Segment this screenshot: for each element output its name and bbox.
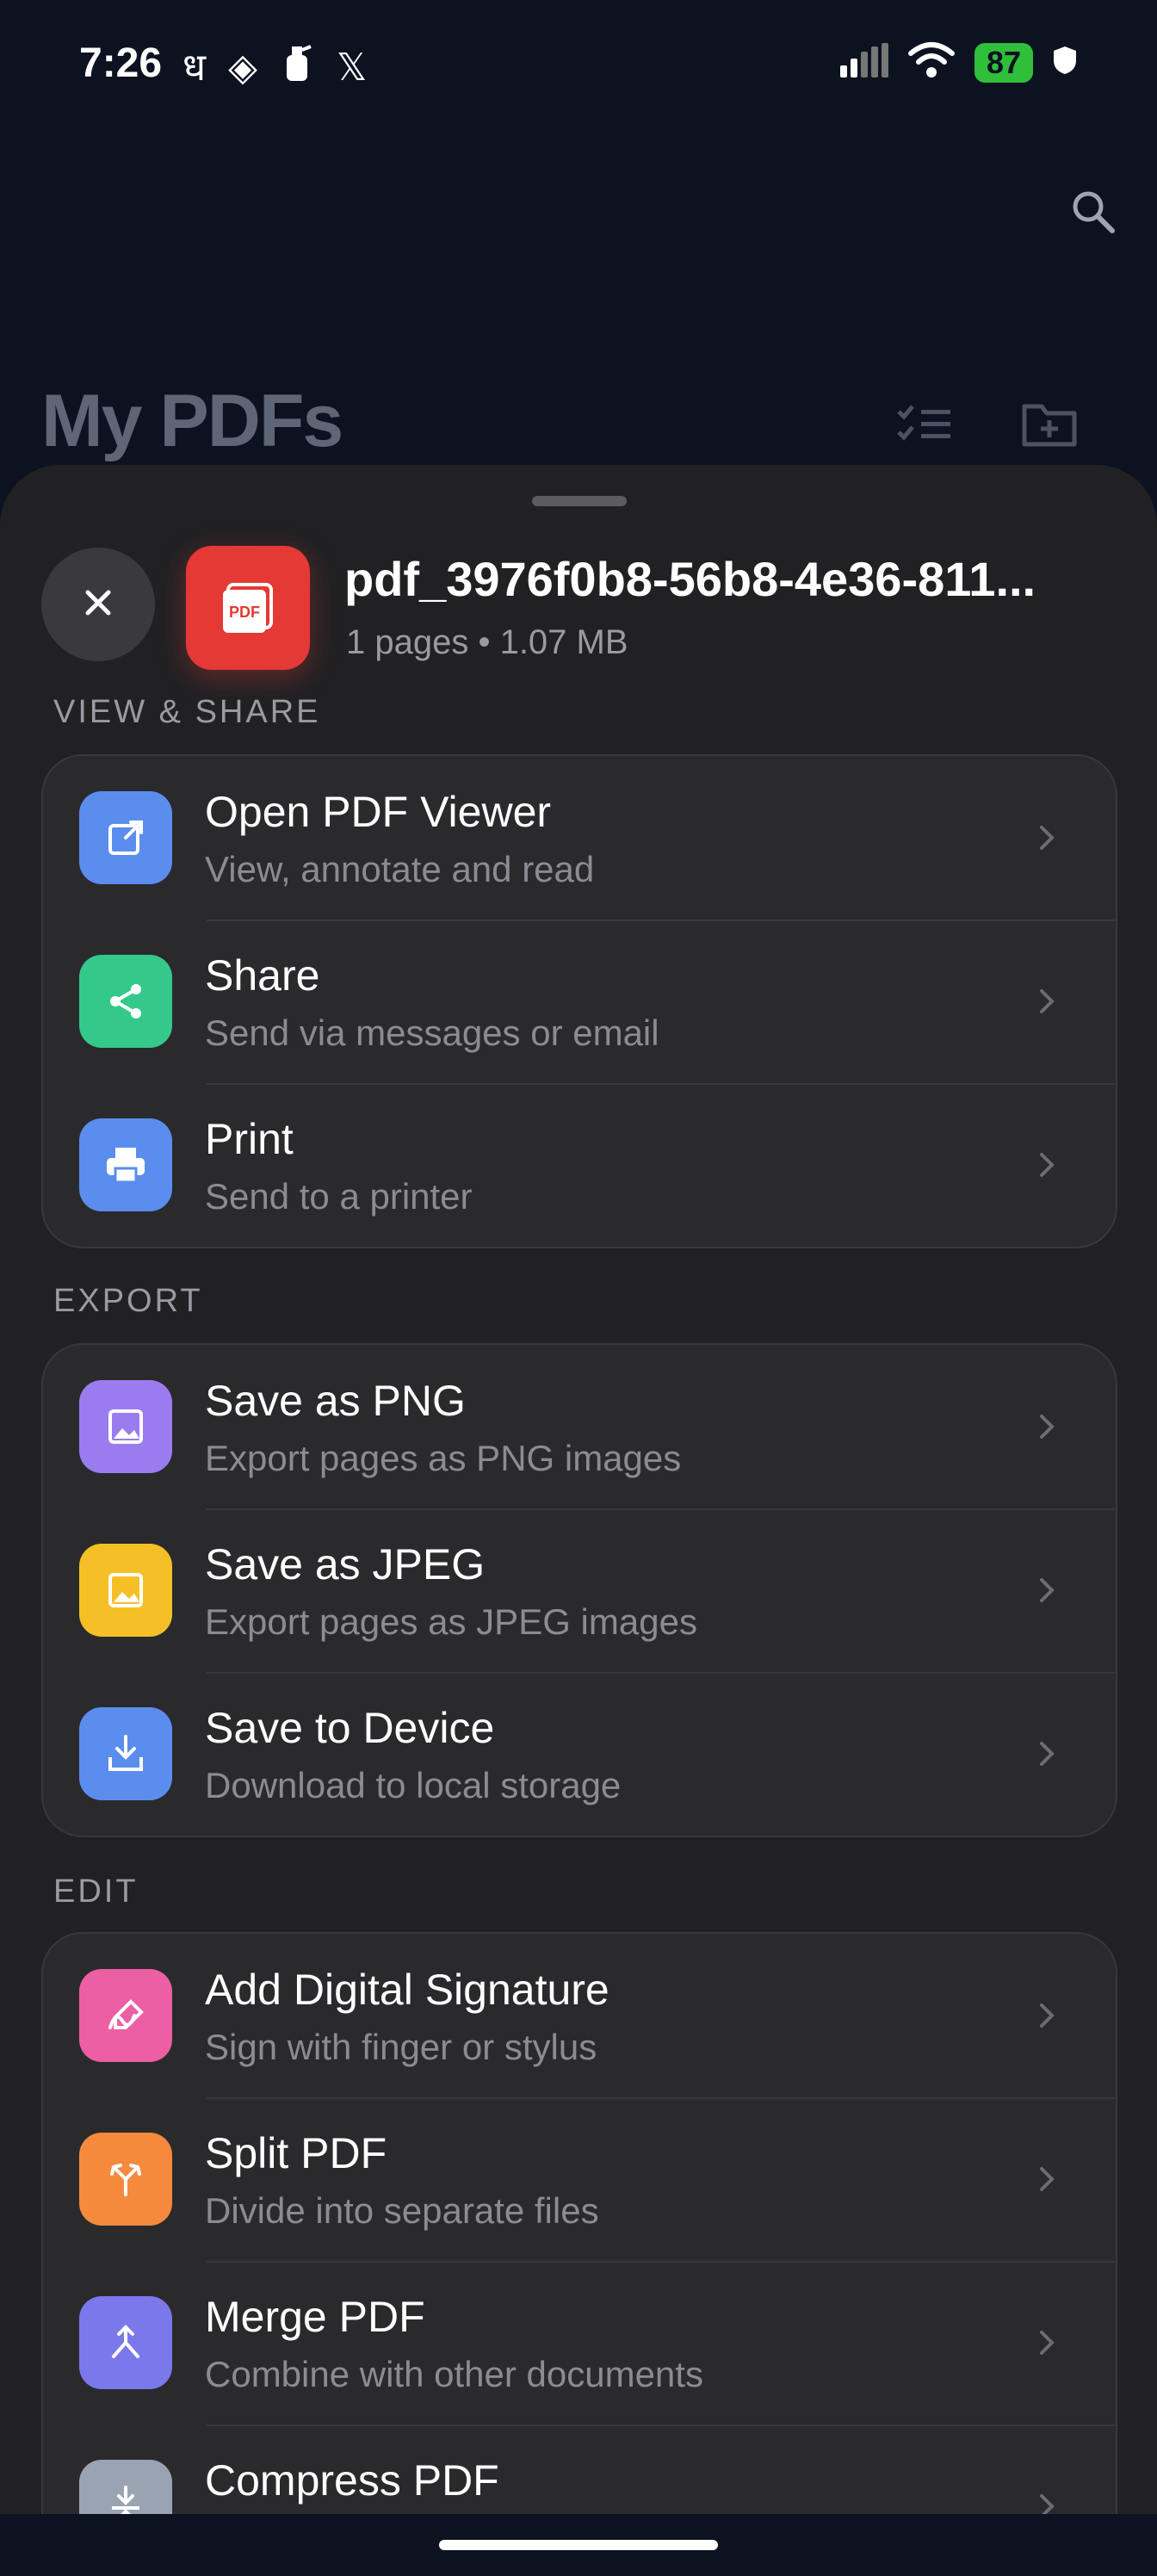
- item-subtitle: Export pages as JPEG images: [205, 1601, 697, 1642]
- item-subtitle: Send via messages or email: [205, 1012, 659, 1053]
- split-icon: [79, 2133, 172, 2226]
- chevron-right-icon: [1040, 2167, 1055, 2191]
- notification-icons: ध ◈ 𝕏: [183, 43, 367, 93]
- system-icons: 87: [839, 41, 1078, 84]
- signal-icon: [839, 43, 888, 82]
- item-subtitle: Divide into separate files: [205, 2190, 599, 2231]
- edit-card: Add Digital Signature Sign with finger o…: [41, 1932, 1117, 2514]
- sheet-drag-handle[interactable]: [532, 496, 627, 506]
- new-folder-button[interactable]: [1021, 399, 1092, 461]
- printer-icon: [79, 1118, 172, 1211]
- file-actions-sheet: PDF pdf_3976f0b8-56b8-4e36-811... 1 page…: [0, 465, 1157, 2514]
- close-icon: [81, 585, 115, 624]
- merge-pdf-item[interactable]: Merge PDF Combine with other documents: [43, 2261, 1116, 2424]
- pdf-file-icon: PDF: [186, 546, 310, 670]
- home-indicator[interactable]: [439, 2540, 718, 2550]
- pdf-badge-text: PDF: [229, 604, 260, 621]
- search-button[interactable]: [1062, 183, 1124, 245]
- chevron-right-icon: [1040, 989, 1055, 1013]
- open-pdf-viewer-item[interactable]: Open PDF Viewer View, annotate and read: [43, 756, 1116, 920]
- save-to-device-item[interactable]: Save to Device Download to local storage: [43, 1672, 1116, 1836]
- item-title: Print: [205, 1115, 294, 1163]
- item-title: Merge PDF: [205, 2293, 425, 2341]
- open-external-icon: [79, 791, 172, 884]
- x-app-notification-icon: 𝕏: [336, 46, 368, 89]
- close-button[interactable]: [41, 548, 155, 661]
- chevron-right-icon: [1040, 2331, 1055, 2355]
- extinguisher-notification-icon: [280, 43, 314, 93]
- item-subtitle: Combine with other documents: [205, 2354, 703, 2394]
- chevron-right-icon: [1040, 1415, 1055, 1439]
- item-title: Open PDF Viewer: [205, 788, 552, 836]
- item-title: Add Digital Signature: [205, 1966, 609, 2014]
- chevron-right-icon: [1040, 826, 1055, 850]
- diamond-notification-icon: ◈: [228, 46, 257, 89]
- search-icon: [1069, 188, 1117, 240]
- split-pdf-item[interactable]: Split PDF Divide into separate files: [43, 2097, 1116, 2261]
- item-title: Split PDF: [205, 2129, 387, 2177]
- checklist-icon: [895, 405, 952, 451]
- file-meta: 1 pages • 1.07 MB: [346, 623, 628, 661]
- compress-icon: [79, 2460, 172, 2514]
- export-card: Save as PNG Export pages as PNG images S…: [41, 1343, 1117, 1837]
- shield-icon: [1052, 45, 1078, 80]
- print-item[interactable]: Print Send to a printer: [43, 1083, 1116, 1247]
- item-subtitle: Download to local storage: [205, 1765, 622, 1805]
- section-label-edit: EDIT: [53, 1873, 139, 1910]
- folder-plus-icon: [1021, 404, 1078, 451]
- wifi-icon: [907, 41, 956, 84]
- item-subtitle: Send to a printer: [205, 1176, 473, 1217]
- file-name: pdf_3976f0b8-56b8-4e36-811...: [344, 552, 1036, 606]
- devanagari-notification-icon: ध: [183, 46, 207, 89]
- item-subtitle: Sign with finger or stylus: [205, 2027, 597, 2067]
- share-item[interactable]: Share Send via messages or email: [43, 920, 1116, 1083]
- section-label-view-share: VIEW & SHARE: [53, 694, 321, 730]
- compress-pdf-item[interactable]: Compress PDF: [43, 2424, 1116, 2514]
- chevron-right-icon: [1040, 2494, 1055, 2514]
- save-as-jpeg-item[interactable]: Save as JPEG Export pages as JPEG images: [43, 1508, 1116, 1672]
- image-icon: [79, 1380, 172, 1473]
- status-time: 7:26: [79, 40, 163, 86]
- item-title: Save to Device: [205, 1704, 495, 1752]
- section-label-export: EXPORT: [53, 1283, 203, 1319]
- item-title: Compress PDF: [205, 2456, 499, 2505]
- share-icon: [79, 955, 172, 1048]
- chevron-right-icon: [1040, 1742, 1055, 1766]
- chevron-right-icon: [1040, 2003, 1055, 2028]
- add-digital-signature-item[interactable]: Add Digital Signature Sign with finger o…: [43, 1934, 1116, 2097]
- view-share-card: Open PDF Viewer View, annotate and read …: [41, 754, 1117, 1248]
- signature-icon: [79, 1969, 172, 2062]
- battery-indicator: 87: [974, 42, 1033, 83]
- page-title: My PDFs: [41, 380, 343, 462]
- chevron-right-icon: [1040, 1578, 1055, 1602]
- item-title: Share: [205, 951, 320, 1000]
- save-as-png-item[interactable]: Save as PNG Export pages as PNG images: [43, 1345, 1116, 1508]
- item-title: Save as JPEG: [205, 1540, 486, 1588]
- item-subtitle: Export pages as PNG images: [205, 1438, 682, 1478]
- item-title: Save as PNG: [205, 1377, 466, 1425]
- image-icon: [79, 1544, 172, 1637]
- merge-icon: [79, 2296, 172, 2389]
- item-subtitle: View, annotate and read: [205, 849, 595, 889]
- status-bar: 7:26 ध ◈ 𝕏 87: [0, 0, 1157, 129]
- select-mode-button[interactable]: [895, 399, 966, 461]
- download-icon: [79, 1707, 172, 1800]
- chevron-right-icon: [1040, 1153, 1055, 1177]
